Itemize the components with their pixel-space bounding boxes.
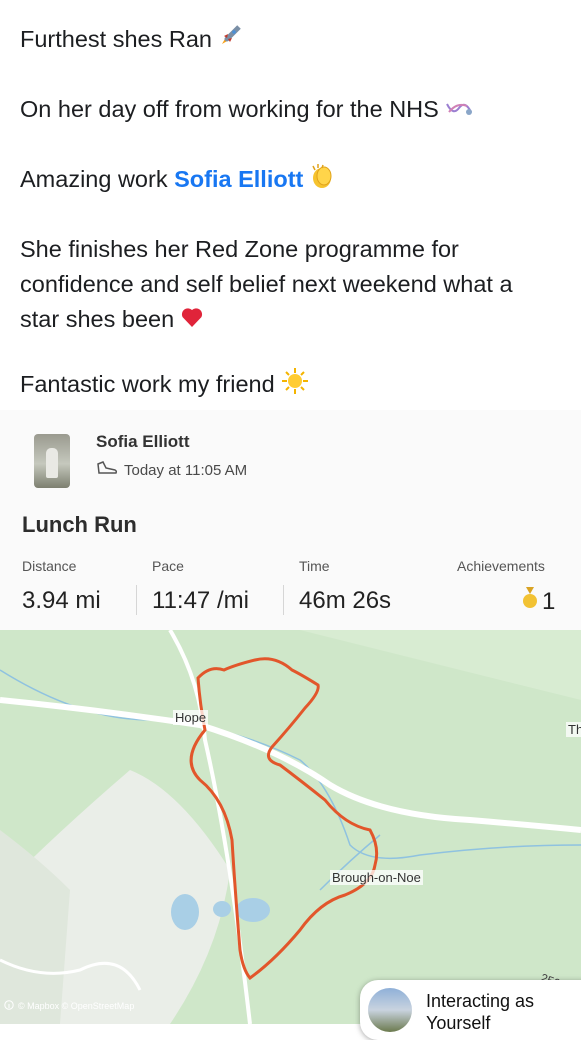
user-avatar — [368, 988, 412, 1032]
stat-divider — [283, 585, 284, 615]
stat-label-pace: Pace — [152, 558, 184, 574]
stat-value-pace: 11:47 /mi — [152, 587, 249, 614]
post-body: Furthest shes Ran On her day off from wo… — [0, 0, 581, 410]
post-line-2: On her day off from working for the NHS — [20, 92, 473, 128]
medal-icon — [522, 587, 538, 616]
info-icon[interactable] — [4, 1000, 14, 1012]
map-label-edge: Th — [566, 722, 581, 737]
activity-timestamp: Today at 11:05 AM — [124, 461, 248, 479]
activity-title[interactable]: Lunch Run — [22, 512, 137, 538]
sun-icon — [281, 367, 309, 405]
athlete-avatar[interactable] — [34, 434, 70, 488]
red-heart-icon — [180, 303, 204, 338]
stat-label-distance: Distance — [22, 558, 77, 574]
stat-divider — [136, 585, 137, 615]
activity-meta: Today at 11:05 AM — [96, 460, 247, 480]
stethoscope-icon — [445, 93, 473, 128]
rocket-icon — [218, 23, 242, 58]
shoe-icon — [96, 460, 118, 480]
post-line-3: Amazing work Sofia Elliott — [20, 162, 335, 199]
post-line-4c: star shes been — [20, 302, 204, 338]
stat-label-achievements: Achievements — [457, 558, 545, 574]
stat-value-achievements: 1 — [522, 587, 555, 616]
stat-label-time: Time — [299, 558, 330, 574]
post-line-5: Fantastic work my friend — [20, 367, 309, 405]
route-map-canvas — [0, 628, 581, 1025]
post-line-4b: confidence and self belief next weekend … — [20, 271, 513, 297]
interacting-as-pill[interactable]: Interacting as Yourself — [360, 980, 581, 1040]
post-line-1: Furthest shes Ran — [20, 22, 242, 58]
post-line-4a: She finishes her Red Zone programme for — [20, 236, 459, 262]
route-map[interactable]: Hope Th Brough-on-Noe — [0, 628, 581, 1025]
stat-value-time: 46m 26s — [299, 587, 392, 614]
athlete-name[interactable]: Sofia Elliott — [96, 432, 190, 452]
stat-value-distance: 3.94 mi — [22, 587, 101, 614]
map-attribution: © Mapbox © OpenStreetMap — [4, 1000, 134, 1012]
mention-link[interactable]: Sofia Elliott — [174, 166, 303, 192]
map-label-brough: Brough-on-Noe — [330, 870, 423, 885]
map-label-hope: Hope — [173, 710, 209, 725]
interacting-as-label: Interacting as Yourself — [426, 991, 535, 1033]
clapping-hands-icon — [309, 163, 335, 199]
